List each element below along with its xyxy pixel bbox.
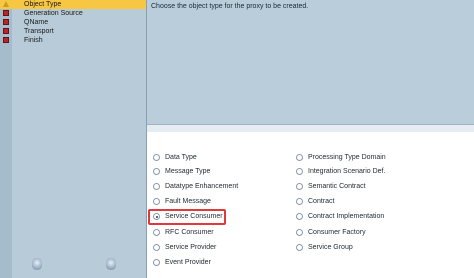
option-label: Integration Scenario Def. [308,168,386,175]
step-label: Transport [24,28,54,35]
option-label: Service Provider [165,244,217,251]
radio-button[interactable] [296,168,303,175]
splitter[interactable] [147,124,474,132]
description-text: Choose the object type for the proxy to … [151,3,309,10]
option-label: RFC Consumer [165,229,214,236]
radio-button[interactable] [153,183,160,190]
step-label: QName [24,19,49,26]
radio-button[interactable] [153,168,160,175]
step-qname[interactable]: QName [0,18,146,27]
radio-button[interactable] [296,154,303,161]
error-icon [3,10,9,16]
radio-button[interactable] [296,183,303,190]
error-icon [3,28,9,34]
step-label: Object Type [24,1,62,8]
option-label: Service Group [308,244,353,251]
warning-icon [3,1,9,7]
option-label: Semantic Contract [308,183,366,190]
resize-handle-icon[interactable] [106,258,116,270]
option-label: Event Provider [165,259,211,266]
option-label: Data Type [165,154,197,161]
option-label: Processing Type Domain [308,154,386,161]
radio-button[interactable] [153,198,160,205]
option-label: Contract [308,198,335,205]
radio-button[interactable] [296,198,303,205]
step-generation-source[interactable]: Generation Source [0,9,146,18]
wizard-steps-panel: Object Type Generation Source QName Tran… [0,0,146,278]
option-label: Datatype Enhancement [165,183,239,190]
step-label: Finish [24,37,43,44]
error-icon [3,37,9,43]
resize-handle-icon[interactable] [32,258,42,270]
radio-button[interactable] [296,244,303,251]
radio-button[interactable] [296,213,303,220]
option-label: Consumer Factory [308,229,366,236]
description-area: Choose the object type for the proxy to … [147,0,474,124]
step-object-type[interactable]: Object Type [0,0,146,9]
radio-button[interactable] [153,154,160,161]
radio-button[interactable] [153,259,160,266]
selection-highlight-box [148,209,226,225]
step-label: Generation Source [24,10,83,17]
option-label: Contract Implementation [308,213,385,220]
radio-button[interactable] [296,229,303,236]
radio-button[interactable] [153,244,160,251]
step-transport[interactable]: Transport [0,27,146,36]
error-icon [3,19,9,25]
option-label: Fault Message [165,198,211,205]
option-label: Message Type [165,168,211,175]
radio-button[interactable] [153,229,160,236]
step-finish[interactable]: Finish [0,36,146,45]
object-type-options: Data Type Message Type Datatype Enhancem… [147,132,474,278]
